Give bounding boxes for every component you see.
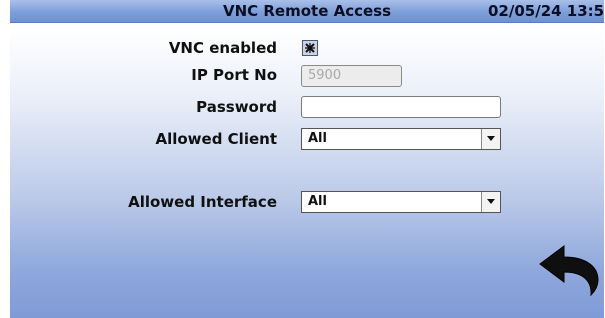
allowed-client-select[interactable]: All	[301, 128, 501, 150]
allowed-interface-dropdown-button[interactable]	[481, 192, 500, 212]
ip-port-field[interactable]: 5900	[301, 65, 402, 87]
allowed-interface-value: All	[308, 194, 327, 209]
allowed-client-dropdown-button[interactable]	[481, 129, 500, 149]
chevron-down-icon	[487, 199, 495, 204]
x-mark-icon	[305, 43, 315, 53]
allowed-interface-label: Allowed Interface	[128, 193, 277, 211]
vnc-enabled-label: VNC enabled	[168, 39, 277, 57]
back-arrow-icon	[539, 245, 599, 297]
date-time-readout: 02/05/24 13:5	[488, 2, 604, 20]
chevron-down-icon	[487, 136, 495, 141]
allowed-client-label: Allowed Client	[155, 130, 277, 148]
vnc-enabled-checkbox[interactable]	[302, 40, 318, 56]
password-label: Password	[196, 98, 277, 116]
vnc-remote-access-screen: VNC Remote Access 02/05/24 13:5 VNC enab…	[10, 0, 604, 318]
allowed-interface-select[interactable]: All	[301, 191, 501, 213]
allowed-client-value: All	[308, 131, 327, 146]
title-bar: VNC Remote Access 02/05/24 13:5	[10, 0, 604, 23]
password-field[interactable]	[301, 96, 501, 118]
back-button[interactable]	[538, 244, 600, 297]
ip-port-label: IP Port No	[191, 66, 277, 84]
